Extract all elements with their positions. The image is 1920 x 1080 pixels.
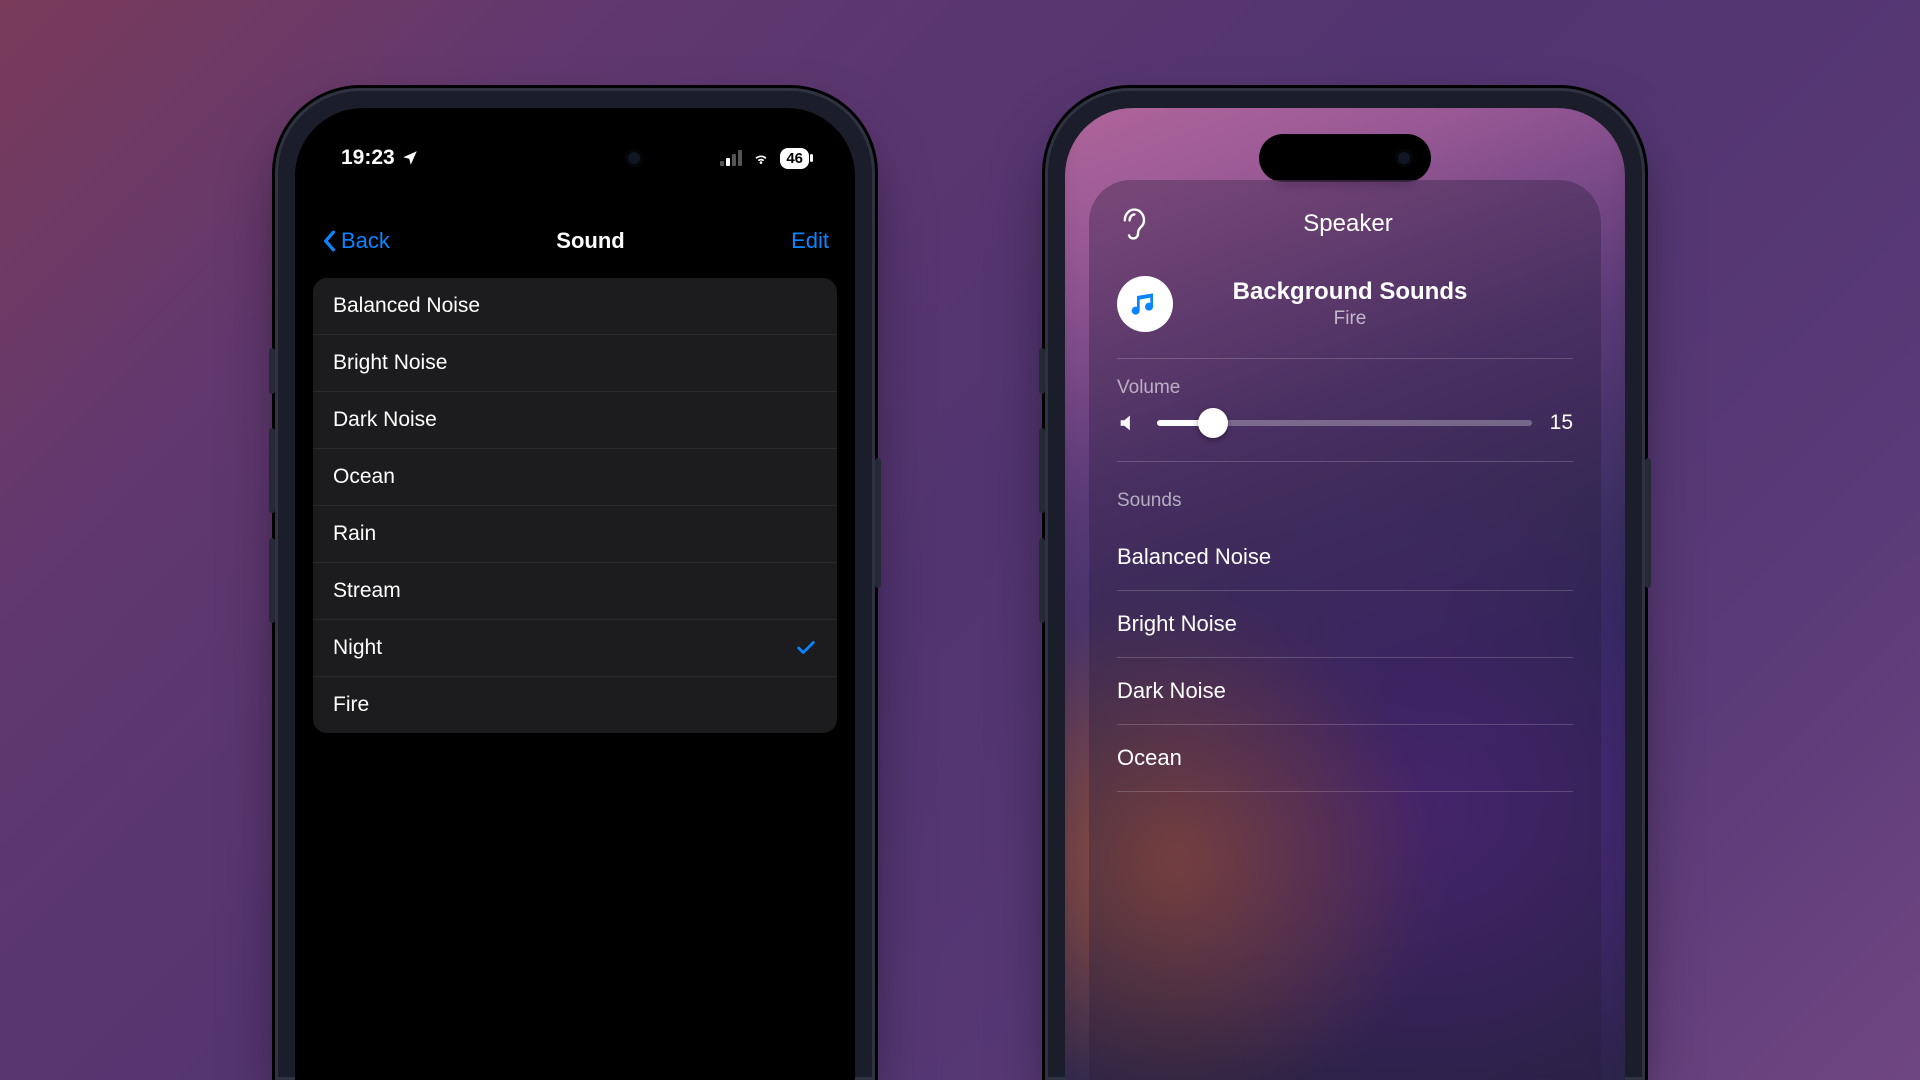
nav-bar: Back Sound Edit — [313, 228, 837, 278]
hearing-panel: Speaker Background Sounds Fire Volume — [1089, 180, 1601, 1080]
power-button — [875, 458, 881, 588]
volume-up-button — [1039, 428, 1045, 513]
sound-row[interactable]: Bright Noise — [1117, 591, 1573, 658]
now-playing[interactable]: Background Sounds Fire — [1117, 270, 1573, 359]
dynamic-island — [489, 134, 661, 182]
side-button — [269, 348, 275, 394]
phone-control-center: Speaker Background Sounds Fire Volume — [1045, 88, 1645, 1080]
sound-row[interactable]: Bright Noise — [313, 335, 837, 392]
sound-label: Dark Noise — [333, 408, 437, 432]
power-button — [1645, 458, 1651, 588]
sound-list: Balanced Noise Bright Noise Dark Noise Ocea… — [313, 278, 837, 733]
volume-value: 15 — [1550, 411, 1573, 435]
sound-row[interactable]: Stream — [313, 563, 837, 620]
sound-row[interactable]: Dark Noise — [1117, 658, 1573, 725]
sound-label: Balanced Noise — [333, 294, 480, 318]
sound-label: Stream — [333, 579, 401, 603]
volume-down-button — [1039, 538, 1045, 623]
sound-row[interactable]: Balanced Noise — [313, 278, 837, 335]
volume-up-button — [269, 428, 275, 513]
chevron-left-icon — [321, 230, 337, 252]
sound-row[interactable]: Balanced Noise — [1117, 524, 1573, 591]
wifi-icon — [750, 149, 772, 167]
speaker-icon — [1117, 412, 1139, 434]
nav-title: Sound — [556, 228, 624, 254]
volume-down-button — [269, 538, 275, 623]
location-arrow-icon — [401, 149, 419, 167]
sound-label: Night — [333, 636, 382, 660]
side-button — [1039, 348, 1045, 394]
slider-thumb[interactable] — [1198, 408, 1228, 438]
sound-row[interactable]: Ocean — [1117, 725, 1573, 792]
sound-row[interactable]: Dark Noise — [313, 392, 837, 449]
sound-label: Fire — [333, 693, 369, 717]
sounds-label: Sounds — [1117, 472, 1573, 524]
sound-row[interactable]: Fire — [313, 677, 837, 733]
back-label: Back — [341, 228, 390, 254]
volume-slider[interactable] — [1157, 420, 1532, 426]
back-button[interactable]: Back — [321, 228, 390, 254]
volume-label: Volume — [1117, 359, 1573, 411]
phone-settings: 19:23 46 — [275, 88, 875, 1080]
edit-button[interactable]: Edit — [791, 228, 829, 254]
battery-indicator: 46 — [780, 148, 809, 169]
checkmark-icon — [795, 637, 817, 659]
sound-label: Ocean — [333, 465, 395, 489]
panel-title: Speaker — [1123, 210, 1573, 238]
sound-label: Rain — [333, 522, 376, 546]
sound-row[interactable]: Ocean — [313, 449, 837, 506]
sound-row[interactable]: Night — [313, 620, 837, 677]
sound-row[interactable]: Rain — [313, 506, 837, 563]
now-playing-title: Background Sounds — [1127, 278, 1573, 306]
cellular-icon — [720, 150, 742, 166]
sound-label: Bright Noise — [333, 351, 447, 375]
sound-list: Balanced NoiseBright NoiseDark NoiseOcea… — [1117, 524, 1573, 792]
now-playing-subtitle: Fire — [1127, 308, 1573, 330]
status-time: 19:23 — [341, 146, 395, 170]
